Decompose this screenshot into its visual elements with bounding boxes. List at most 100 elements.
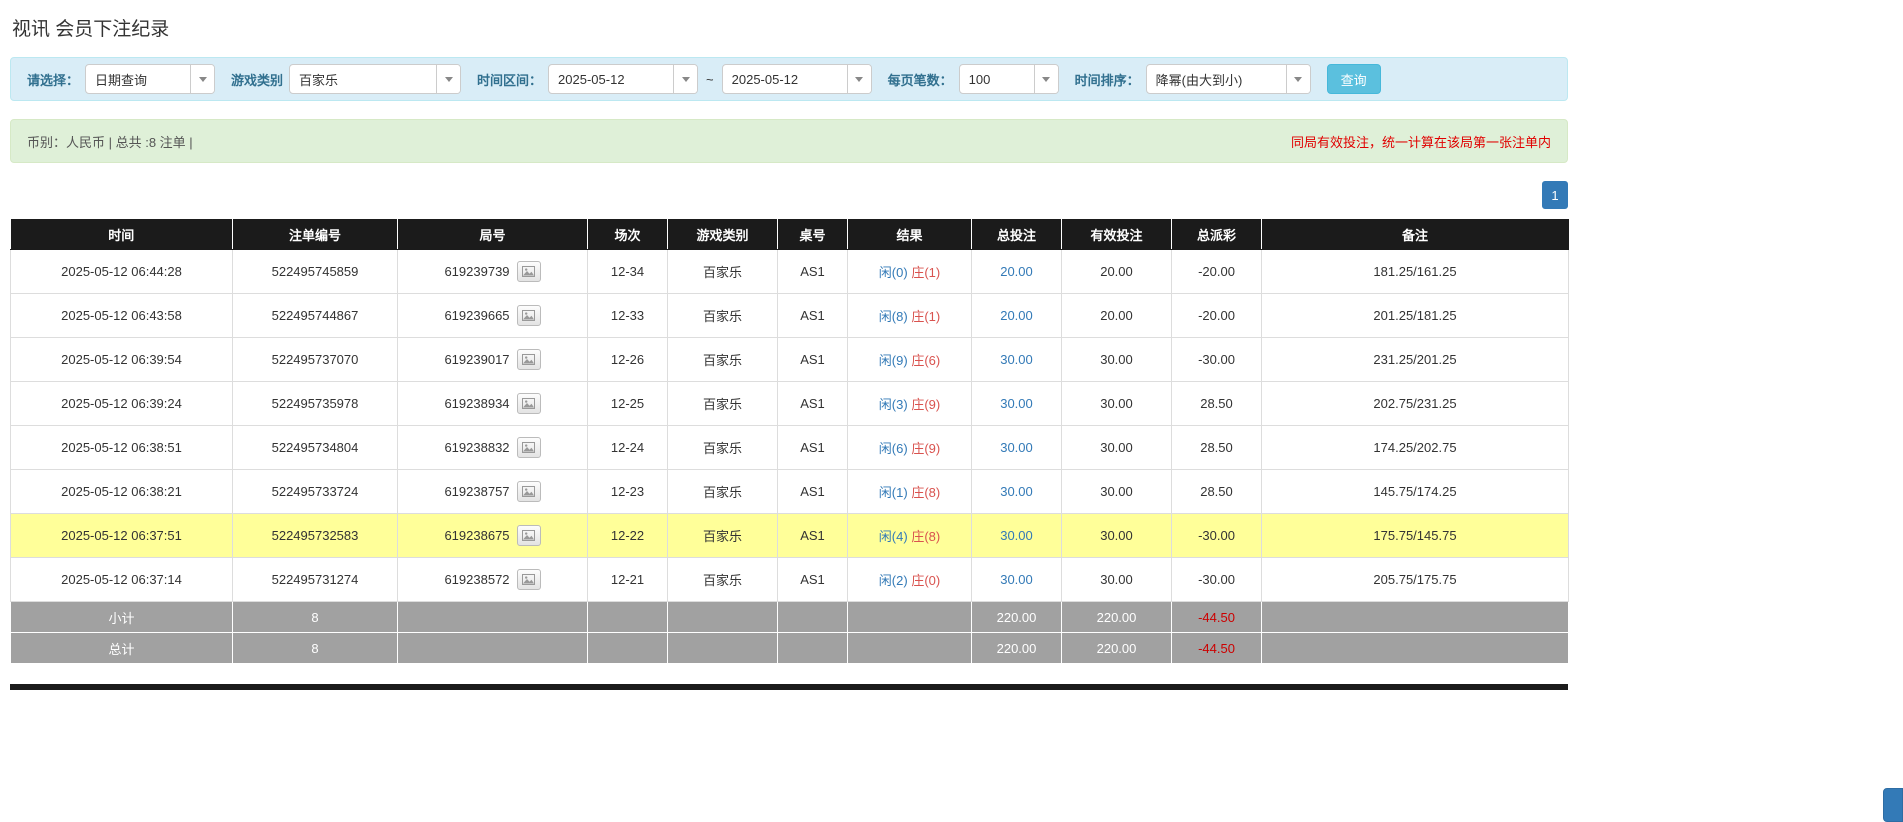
footer-cell <box>1262 633 1569 664</box>
total-bet-link[interactable]: 30.00 <box>1000 528 1033 543</box>
cell-session: 12-24 <box>588 426 668 470</box>
total-bet-link[interactable]: 30.00 <box>1000 396 1033 411</box>
image-icon <box>522 486 535 497</box>
chevron-down-icon[interactable] <box>190 65 214 93</box>
chevron-down-icon[interactable] <box>1286 65 1310 93</box>
cell-game-type: 百家乐 <box>668 426 778 470</box>
round-media-button[interactable] <box>517 305 541 326</box>
filter-bar: 请选择： 日期查询 游戏类别 百家乐 时间区间： 2025-05-12 ~ 20… <box>10 57 1568 101</box>
cell-table-no: AS1 <box>778 294 848 338</box>
chevron-down-icon[interactable] <box>847 65 871 93</box>
result-player: 闲(6) <box>879 441 908 456</box>
date-to-select[interactable]: 2025-05-12 <box>722 64 872 94</box>
result-banker: 庄(1) <box>911 309 940 324</box>
column-header: 注单编号 <box>233 220 398 250</box>
chevron-down-icon[interactable] <box>1034 65 1058 93</box>
table-header-row: 时间注单编号局号场次游戏类别桌号结果总投注有效投注总派彩备注 <box>11 220 1569 250</box>
footer-cell: 8 <box>233 633 398 664</box>
next-section-header-bar <box>10 684 1568 690</box>
cell-bet-id: 522495734804 <box>233 426 398 470</box>
cell-game-type: 百家乐 <box>668 514 778 558</box>
chevron-down-icon[interactable] <box>436 65 460 93</box>
date-from-select[interactable]: 2025-05-12 <box>548 64 698 94</box>
date-range-separator: ~ <box>706 72 714 87</box>
round-number: 619239739 <box>444 264 509 279</box>
result-banker: 庄(0) <box>911 573 940 588</box>
cell-bet-id: 522495737070 <box>233 338 398 382</box>
cell-game-type: 百家乐 <box>668 294 778 338</box>
query-type-select[interactable]: 日期查询 <box>85 64 215 94</box>
cell-round-id: 619238757 <box>398 470 588 514</box>
footer-cell: -44.50 <box>1172 602 1262 633</box>
round-media-button[interactable] <box>517 393 541 414</box>
result-player: 闲(4) <box>879 529 908 544</box>
time-sort-select[interactable]: 降幂(由大到小) <box>1146 64 1311 94</box>
round-media-button[interactable] <box>517 437 541 458</box>
cell-table-no: AS1 <box>778 426 848 470</box>
pagination-top: 1 <box>10 181 1568 209</box>
round-media-button[interactable] <box>517 481 541 502</box>
valid-bet-notice: 同局有效投注，统一计算在该局第一张注单内 <box>1291 132 1551 151</box>
round-media-button[interactable] <box>517 349 541 370</box>
cell-session: 12-23 <box>588 470 668 514</box>
footer-cell <box>848 602 972 633</box>
cell-time: 2025-05-12 06:39:24 <box>11 382 233 426</box>
cell-valid-bet: 20.00 <box>1062 250 1172 294</box>
total-bet-link[interactable]: 20.00 <box>1000 264 1033 279</box>
cell-time: 2025-05-12 06:39:54 <box>11 338 233 382</box>
total-bet-link[interactable]: 30.00 <box>1000 352 1033 367</box>
pagination-page-1[interactable]: 1 <box>1542 181 1568 209</box>
result-banker: 庄(6) <box>911 353 940 368</box>
cell-table-no: AS1 <box>778 470 848 514</box>
column-header: 游戏类别 <box>668 220 778 250</box>
page-size-select[interactable]: 100 <box>959 64 1059 94</box>
game-type-label: 游戏类别 <box>231 70 283 89</box>
search-button[interactable]: 查询 <box>1327 64 1381 94</box>
cell-valid-bet: 30.00 <box>1062 558 1172 602</box>
round-media-button[interactable] <box>517 525 541 546</box>
cell-result: 闲(9) 庄(6) <box>848 338 972 382</box>
column-header: 有效投注 <box>1062 220 1172 250</box>
round-media-button[interactable] <box>517 261 541 282</box>
cell-game-type: 百家乐 <box>668 470 778 514</box>
image-icon <box>522 398 535 409</box>
total-bet-link[interactable]: 20.00 <box>1000 308 1033 323</box>
result-player: 闲(0) <box>879 265 908 280</box>
subtotal-row: 小计8220.00220.00-44.50 <box>11 602 1569 633</box>
cell-remark: 145.75/174.25 <box>1262 470 1569 514</box>
currency-total-summary: 币别：人民币 | 总共 :8 注单 | <box>27 132 193 151</box>
total-bet-link[interactable]: 30.00 <box>1000 440 1033 455</box>
cell-remark: 202.75/231.25 <box>1262 382 1569 426</box>
image-icon <box>522 530 535 541</box>
round-media-button[interactable] <box>517 569 541 590</box>
cell-table-no: AS1 <box>778 250 848 294</box>
game-type-select[interactable]: 百家乐 <box>289 64 461 94</box>
cell-table-no: AS1 <box>778 514 848 558</box>
cell-valid-bet: 20.00 <box>1062 294 1172 338</box>
date-to-value: 2025-05-12 <box>723 65 847 93</box>
chevron-down-icon[interactable] <box>673 65 697 93</box>
cell-game-type: 百家乐 <box>668 558 778 602</box>
image-icon <box>522 574 535 585</box>
footer-cell <box>1262 602 1569 633</box>
footer-cell <box>778 633 848 664</box>
cell-table-no: AS1 <box>778 558 848 602</box>
cell-session: 12-25 <box>588 382 668 426</box>
cell-bet-id: 522495732583 <box>233 514 398 558</box>
cell-result: 闲(0) 庄(1) <box>848 250 972 294</box>
total-bet-link[interactable]: 30.00 <box>1000 484 1033 499</box>
round-number: 619239017 <box>444 352 509 367</box>
total-bet-link[interactable]: 30.00 <box>1000 572 1033 587</box>
result-banker: 庄(8) <box>911 485 940 500</box>
result-player: 闲(3) <box>879 397 908 412</box>
bottom-right-pager[interactable] <box>1883 788 1903 822</box>
cell-valid-bet: 30.00 <box>1062 338 1172 382</box>
cell-table-no: AS1 <box>778 338 848 382</box>
page-title: 视讯 会员下注纪录 <box>12 14 1568 41</box>
cell-time: 2025-05-12 06:38:21 <box>11 470 233 514</box>
result-banker: 庄(1) <box>911 265 940 280</box>
round-number: 619238934 <box>444 396 509 411</box>
footer-cell: 220.00 <box>1062 633 1172 664</box>
cell-payout: 28.50 <box>1172 382 1262 426</box>
cell-session: 12-34 <box>588 250 668 294</box>
